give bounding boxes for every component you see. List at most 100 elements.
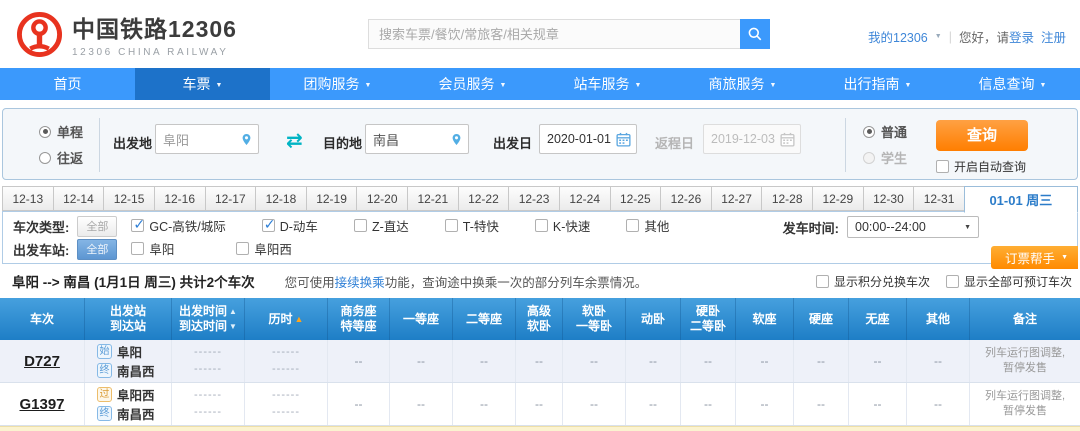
train-type-checkbox[interactable]: D-动车 <box>261 216 318 235</box>
depart-date-field[interactable]: 2020-01-01 <box>539 124 637 154</box>
header-text: 历时 <box>268 311 293 326</box>
transfer-link[interactable]: 接续换乘 <box>335 276 385 290</box>
login-link[interactable]: 登录 <box>1009 31 1034 45</box>
column-header[interactable]: 历时 ▲ <box>245 298 328 340</box>
to-field[interactable]: 南昌 <box>365 124 469 154</box>
date-tab[interactable]: 12-26 <box>660 186 712 211</box>
train-number-link[interactable]: G1397 <box>19 396 64 413</box>
column-header[interactable]: 高级 软卧 <box>516 298 563 340</box>
station-all-button[interactable]: 全部 <box>77 239 118 260</box>
nav-item[interactable]: 首页 <box>0 68 135 100</box>
register-link[interactable]: 注册 <box>1041 27 1066 46</box>
column-header[interactable]: 动卧 <box>626 298 681 340</box>
nav-item[interactable]: 会员服务 ▼ <box>405 68 540 100</box>
depart-station-checkbox[interactable]: 阜阳西 <box>236 239 292 258</box>
search-button[interactable] <box>740 19 770 49</box>
sort-arrow-icon[interactable]: ▲ <box>295 312 304 327</box>
search-input[interactable] <box>368 19 740 49</box>
auto-query-checkbox[interactable]: 开启自动查询 <box>936 158 1026 175</box>
column-header[interactable]: 硬卧 二等卧 <box>681 298 736 340</box>
header-text: 车次 <box>29 311 54 326</box>
query-button[interactable]: 查询 <box>936 120 1028 151</box>
train-number-link[interactable]: D727 <box>24 353 60 370</box>
column-header[interactable]: 备注 <box>970 298 1080 340</box>
train-type-checkbox[interactable]: 其他 <box>626 216 669 235</box>
date-tab[interactable]: 12-20 <box>356 186 408 211</box>
depart-station-checkbox[interactable]: 阜阳 <box>131 239 174 258</box>
date-tab[interactable]: 12-30 <box>862 186 915 211</box>
nav-item[interactable]: 信息查询 ▼ <box>945 68 1080 100</box>
sort-arrow-icon[interactable]: ▼ <box>229 319 237 334</box>
station-checkboxes: 阜阳 阜阳西 <box>131 239 354 260</box>
nav-item[interactable]: 出行指南 ▼ <box>810 68 945 100</box>
remark-cell: 列车运行图调整,暂停发售 <box>970 340 1080 382</box>
column-header[interactable]: 无座 <box>849 298 907 340</box>
date-tab[interactable]: 12-22 <box>457 186 510 211</box>
date-tab[interactable]: 12-28 <box>761 186 813 211</box>
one-way-radio[interactable]: 单程 <box>39 122 83 141</box>
date-tab[interactable]: 12-17 <box>204 186 257 211</box>
date-tab[interactable]: 12-16 <box>153 186 206 211</box>
display-toggle-checkbox[interactable]: 显示积分兑换车次 <box>815 273 930 290</box>
date-tab[interactable]: 12-27 <box>710 186 763 211</box>
column-header[interactable]: 出发时间 ▲ 到达时间 ▼ <box>172 298 245 340</box>
logo[interactable]: 中国铁路12306 12306 CHINA RAILWAY <box>16 10 237 58</box>
column-header[interactable]: 车次 <box>0 298 85 340</box>
nav-item[interactable]: 团购服务 ▼ <box>270 68 405 100</box>
seat-cell: -- <box>516 340 563 382</box>
date-tab[interactable]: 12-24 <box>558 186 611 211</box>
return-date-field: 2019-12-03 <box>703 124 801 154</box>
my-12306-link[interactable]: 我的12306 <box>868 27 928 46</box>
date-tab-selected[interactable]: 01-01 周三 <box>963 186 1078 213</box>
date-tab[interactable]: 12-29 <box>812 186 864 211</box>
seat-cell: -- <box>328 340 390 382</box>
date-tab[interactable]: 12-19 <box>305 186 358 211</box>
date-tab[interactable]: 12-21 <box>407 186 459 211</box>
header-text: 其他 <box>925 311 950 326</box>
sort-arrow-icon[interactable]: ▲ <box>229 304 237 319</box>
header-text: 二等卧 <box>689 319 726 333</box>
train-type-checkbox[interactable]: T-特快 <box>444 216 499 235</box>
table-row: D727 始阜阳终南昌西 ------ ------ ------ ------ -- -- -… <box>0 340 1080 383</box>
column-header[interactable]: 其他 <box>907 298 970 340</box>
column-header[interactable]: 硬座 <box>794 298 849 340</box>
railway-logo-icon <box>16 11 63 57</box>
column-header[interactable]: 商务座 特等座 <box>328 298 390 340</box>
column-header[interactable]: 出发站 到达站 <box>85 298 172 340</box>
calendar-icon[interactable] <box>616 132 631 147</box>
depart-time-select[interactable]: 00:00--24:00 ▼ <box>847 216 979 238</box>
date-tab[interactable]: 12-13 <box>2 186 54 211</box>
booking-helper-button[interactable]: 订票帮手 ▼ <box>991 246 1078 269</box>
column-header[interactable]: 二等座 <box>453 298 516 340</box>
round-trip-radio[interactable]: 往返 <box>39 148 83 167</box>
date-tab[interactable]: 12-18 <box>255 186 307 211</box>
nav-item[interactable]: 车票 ▼ <box>135 68 270 100</box>
date-tab[interactable]: 12-31 <box>913 186 965 211</box>
train-type-checkbox[interactable]: GC-高铁/城际 <box>131 216 226 235</box>
from-field[interactable]: 阜阳 <box>155 124 259 154</box>
train-type-checkbox[interactable]: K-快速 <box>534 216 590 235</box>
train-type-checkbox[interactable]: Z-直达 <box>353 216 409 235</box>
nav-item-label: 团购服务 <box>303 76 360 92</box>
seat-cell: -- <box>907 383 970 425</box>
seat-cell: -- <box>907 340 970 382</box>
return-date-value: 2019-12-03 <box>711 132 775 146</box>
date-tab[interactable]: 12-14 <box>52 186 105 211</box>
date-tab[interactable]: 12-25 <box>609 186 662 211</box>
header-line: 软卧 <box>582 304 606 319</box>
column-header[interactable]: 软卧 一等卧 <box>563 298 626 340</box>
display-toggle-checkbox[interactable]: 显示全部可预订车次 <box>945 273 1072 290</box>
date-tab[interactable]: 12-15 <box>103 186 155 211</box>
student-ticket-radio: 学生 <box>863 148 907 167</box>
table-header: 车次 出发站 到达站 出发时间 ▲ 到达时间 ▼ 历时 ▲ 商务座 特等座 一等座 二等座 高级 软卧 软卧一… <box>0 298 1080 340</box>
swap-stations-icon[interactable]: ⇄ <box>286 130 303 150</box>
header-line: 高级 <box>527 304 551 319</box>
column-header[interactable]: 一等座 <box>390 298 453 340</box>
nav-item[interactable]: 商旅服务 ▼ <box>675 68 810 100</box>
normal-ticket-radio[interactable]: 普通 <box>863 122 907 141</box>
remark-cell: 列车运行图调整,暂停发售 <box>970 383 1080 425</box>
column-header[interactable]: 软座 <box>736 298 794 340</box>
date-tab[interactable]: 12-23 <box>508 186 560 211</box>
train-type-all-button[interactable]: 全部 <box>77 216 118 237</box>
nav-item[interactable]: 站车服务 ▼ <box>540 68 675 100</box>
